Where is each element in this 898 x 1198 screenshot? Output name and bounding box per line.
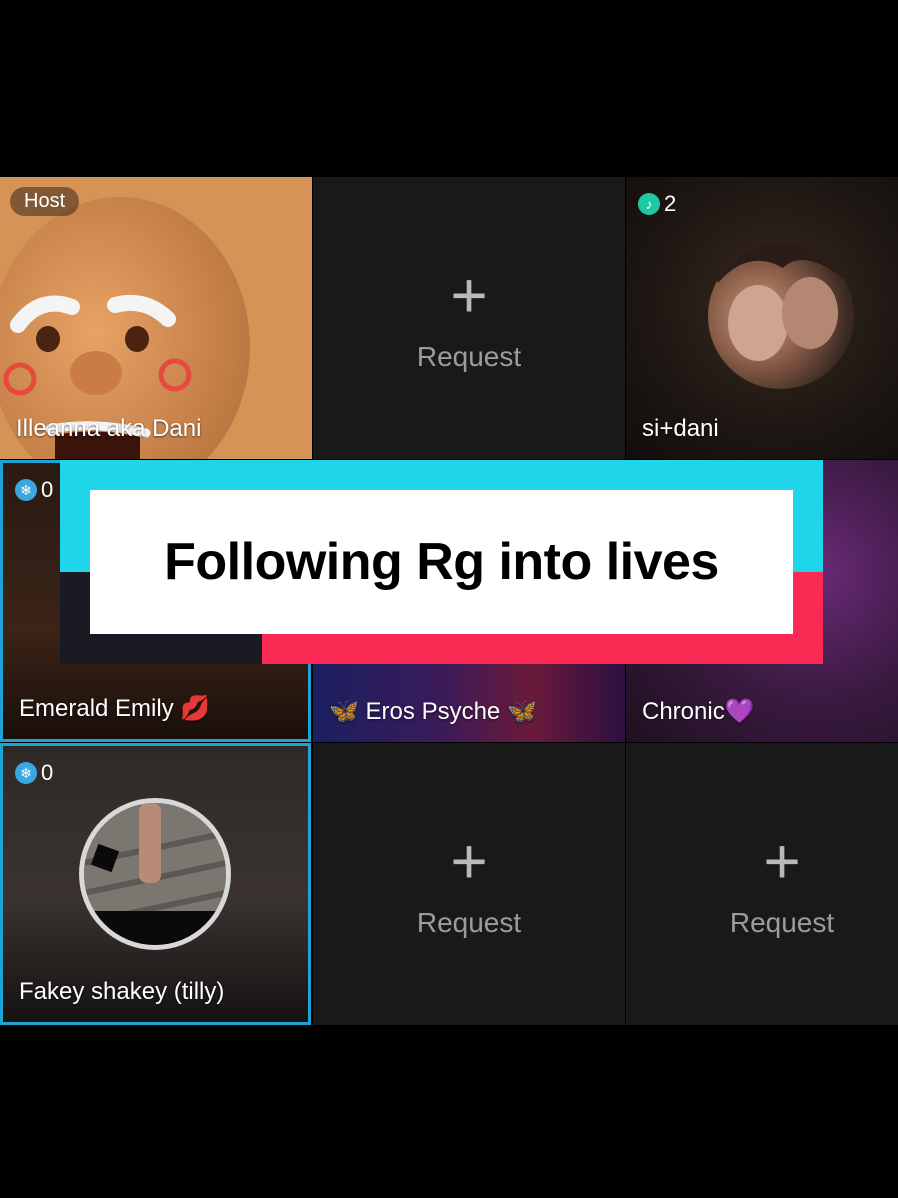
banner-panel: Following Rg into lives [90,490,793,634]
gift-count: ❄ 0 [15,477,53,503]
photo-placeholder [708,243,848,361]
caption-banner: Following Rg into lives [60,460,823,664]
plus-icon: + [450,259,488,331]
plus-icon: + [450,825,488,897]
guest-avatar [79,798,231,950]
plus-icon: + [763,825,801,897]
guest-tile-host[interactable]: Host Illeanna aka Dani [0,177,312,459]
request-label: Request [416,341,522,372]
snowflake-icon: ❄ [15,479,37,501]
count-value: 2 [664,191,677,216]
guest-name: Emerald Emily 💋 [19,695,211,722]
count-value: 0 [41,477,54,502]
request-seat-tile[interactable]: + Request [313,743,625,1025]
guest-tile-selected[interactable]: ❄ 0 Fakey shakey (tilly) [0,743,311,1025]
gift-count: ❄ 0 [15,760,53,786]
snowflake-icon: ❄ [15,762,37,784]
guest-name: Illeanna aka Dani [16,415,202,442]
request-seat-tile[interactable]: + Request [313,177,625,459]
request-label: Request [729,907,835,938]
request-seat-tile[interactable]: + Request [626,743,898,1025]
guest-name: Fakey shakey (tilly) [19,978,225,1005]
photo-placeholder [84,803,226,945]
guest-avatar [708,243,854,389]
count-value: 0 [41,760,54,785]
request-label: Request [416,907,522,938]
guest-name: Chronic💜 [642,698,755,725]
caption-text: Following Rg into lives [164,533,719,591]
guest-tile[interactable]: ♪ 2 si+dani [626,177,898,459]
guest-name: si+dani [642,415,719,442]
host-badge: Host [10,187,80,216]
gift-count: ♪ 2 [638,191,676,217]
guest-name: 🦋 Eros Psyche 🦋 [329,698,537,725]
music-note-icon: ♪ [638,193,660,215]
